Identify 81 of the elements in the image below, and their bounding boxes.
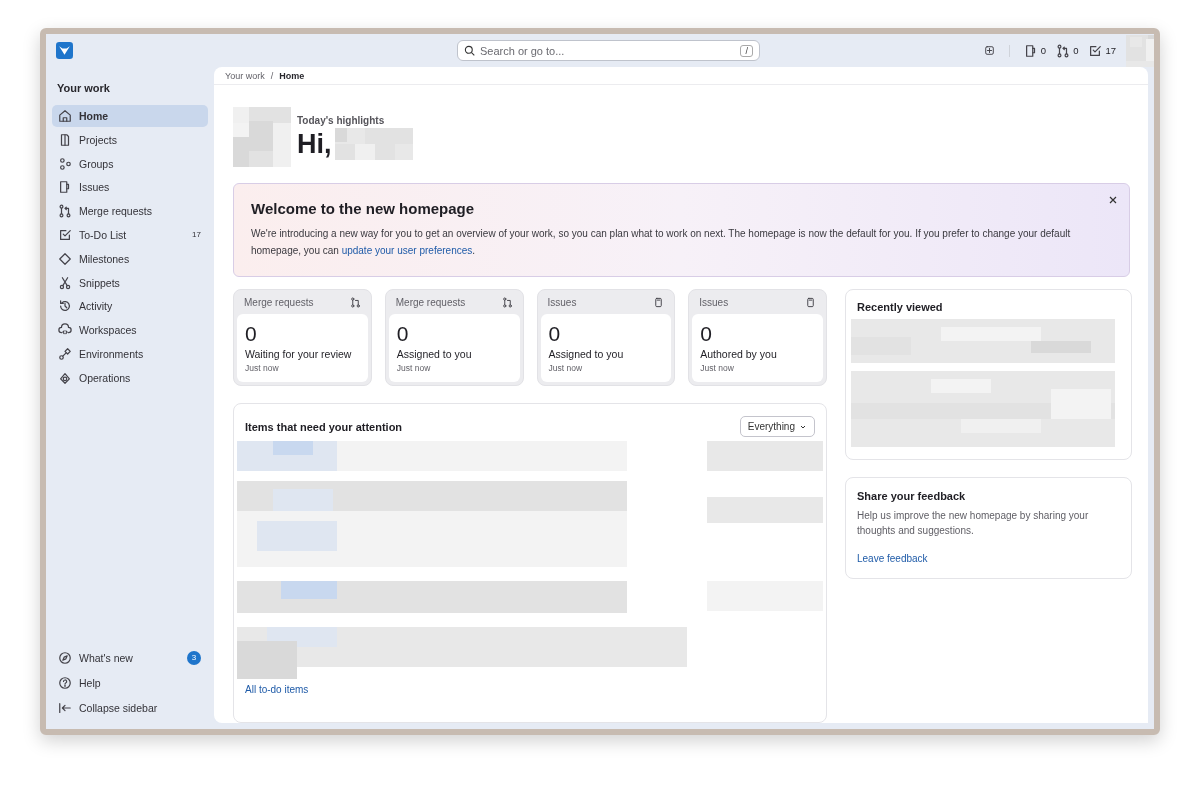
search-field[interactable]: Search or go to... / — [457, 40, 760, 61]
card-label: Assigned to you — [396, 348, 473, 360]
shortcut-key: / — [740, 44, 753, 57]
help-icon — [58, 675, 72, 690]
sidebar-item[interactable]: What's new 3 — [52, 646, 208, 669]
search-placeholder: Search or go to... — [480, 44, 566, 57]
sidebar-item[interactable]: Milestones — [52, 247, 208, 270]
filter-dropdown[interactable]: Everything — [739, 416, 815, 437]
counter-value[interactable]: 17 — [1105, 45, 1116, 56]
sidebar-item[interactable]: Home — [52, 105, 208, 127]
stat-card[interactable]: Merge requests 0 Assigned to you Just now — [384, 289, 524, 386]
card-time: Just now — [396, 363, 432, 373]
card-title: Merge requests — [244, 296, 314, 308]
compass-icon — [58, 650, 72, 665]
sidebar-item[interactable]: To-Do List 17 — [52, 224, 208, 246]
greeting-title: Hi, — [297, 128, 332, 160]
card-count: 0 — [548, 323, 562, 345]
breadcrumb-separator: / — [270, 70, 274, 81]
feedback-text: Help us improve the new homepage by sharing your thoughts and suggestions. — [857, 509, 1090, 538]
issues-icon — [805, 296, 816, 308]
sidebar-item[interactable]: Merge requests — [52, 200, 208, 223]
counter-value[interactable]: 0 — [1040, 45, 1047, 56]
sidebar-item[interactable]: Projects — [52, 128, 208, 151]
close-icon[interactable] — [1107, 194, 1119, 206]
card-label: Assigned to you — [548, 348, 625, 360]
stat-card[interactable]: Issues 0 Assigned to you Just now — [536, 289, 676, 386]
card-count: 0 — [396, 323, 410, 345]
issues-icon — [58, 180, 72, 195]
breadcrumb-link[interactable]: Your work — [225, 70, 265, 81]
card-label: Authored by you — [700, 348, 778, 360]
new-item-icon — [983, 45, 995, 56]
logo-icon[interactable] — [56, 42, 73, 59]
checkbox-icon — [1088, 43, 1103, 58]
card-time: Just now — [700, 363, 735, 373]
scissors-icon — [58, 275, 72, 290]
merge-request-icon — [501, 296, 513, 308]
card-time: Just now — [548, 363, 584, 373]
feedback-link[interactable]: Leave feedback — [857, 553, 928, 564]
merge-request-icon — [58, 204, 72, 219]
diamond-icon — [58, 251, 72, 266]
banner-text: We're introducing a new way for you to get an overview of your work, so you can plan what to work on next. The homepage is now the default for you. If you prefer to change your default homepage, you can update your user preferences. — [251, 227, 1072, 258]
groups-icon — [58, 156, 72, 171]
card-title: Issues — [699, 296, 729, 308]
sidebar-item[interactable]: Operations — [52, 366, 208, 389]
card-title: Merge requests — [395, 296, 466, 308]
history-icon — [58, 299, 72, 314]
highlights-label: Today's highlights — [297, 115, 386, 126]
sidebar-item[interactable]: Collapse sidebar — [52, 696, 208, 719]
sidebar-item[interactable]: Snippets — [52, 271, 208, 294]
counter-value[interactable]: 0 — [1073, 45, 1079, 56]
card-count: 0 — [700, 323, 713, 345]
card-count: 0 — [245, 323, 258, 345]
sidebar-item[interactable]: Activity — [52, 295, 208, 318]
collapse-icon — [58, 700, 72, 715]
issues-icon — [653, 296, 665, 308]
banner-title: Welcome to the new homepage — [251, 200, 476, 217]
panel-title: Items that need your attention — [245, 420, 403, 433]
merge-request-icon — [349, 296, 361, 308]
search-icon — [464, 45, 475, 56]
sidebar-item[interactable]: Groups — [52, 152, 208, 175]
merge-request-icon — [1056, 43, 1071, 58]
card-title: Issues — [547, 296, 577, 308]
item-count: 17 — [192, 230, 201, 240]
card-time: Just now — [245, 363, 280, 373]
sidebar-item[interactable]: Help — [52, 671, 208, 694]
count-badge: 3 — [187, 650, 201, 665]
checkbox-icon — [58, 228, 72, 242]
breadcrumb-current: Home — [279, 70, 305, 81]
stat-card[interactable]: Issues 0 Authored by you Just now — [688, 289, 827, 386]
panel-title: Share your feedback — [857, 490, 967, 502]
issues-icon — [1023, 43, 1038, 58]
sidebar-heading: Your work — [57, 82, 111, 94]
all-todo-link[interactable]: All to-do items — [245, 684, 309, 695]
house-icon — [58, 109, 72, 123]
sidebar-item[interactable]: Environments — [52, 342, 208, 365]
sidebar-item[interactable]: Workspaces — [52, 319, 208, 342]
project-icon — [58, 132, 72, 147]
stat-card[interactable]: Merge requests 0 Waiting for your review Just now — [233, 289, 372, 386]
card-label: Waiting for your review — [245, 348, 353, 360]
panel-title: Recently viewed — [857, 301, 944, 313]
sidebar-item[interactable]: Issues — [52, 176, 208, 199]
